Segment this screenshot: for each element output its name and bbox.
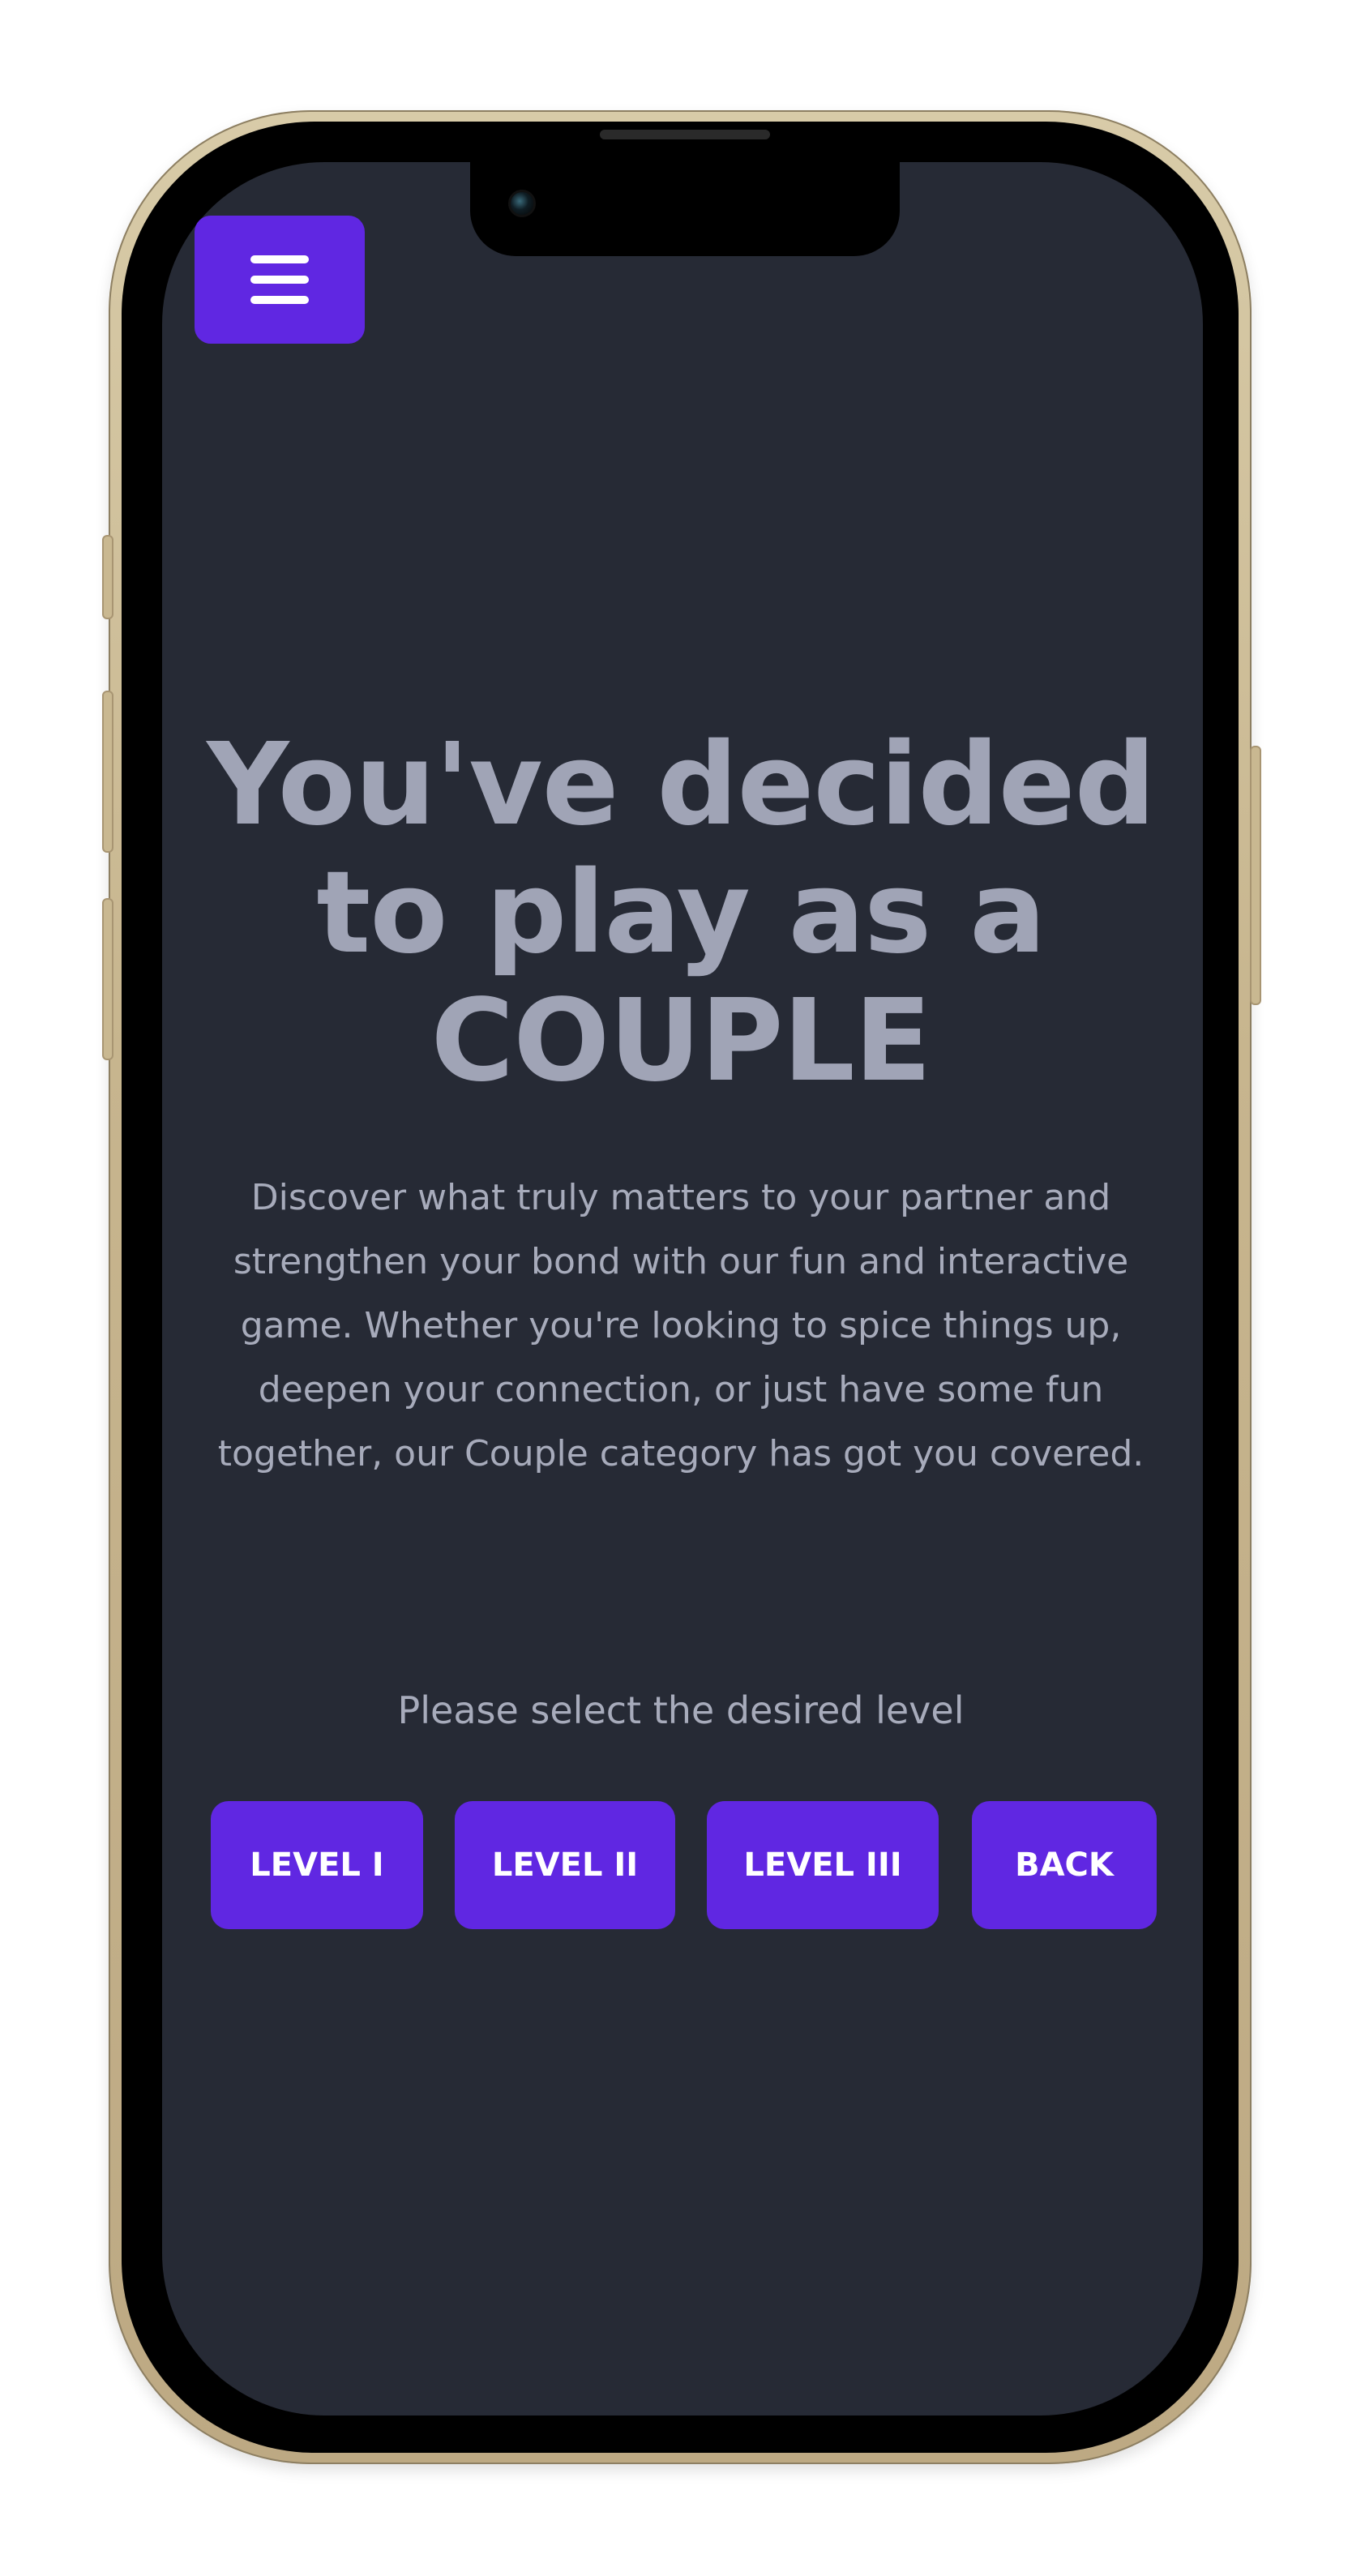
- level-1-button[interactable]: LEVEL I: [211, 1801, 423, 1929]
- front-camera-icon: [508, 190, 536, 217]
- level-3-button[interactable]: LEVEL III: [707, 1801, 939, 1929]
- silent-switch: [102, 535, 113, 619]
- volume-up-button: [102, 691, 113, 853]
- category-description: Discover what truly matters to your part…: [217, 1177, 1145, 1474]
- level-2-button[interactable]: LEVEL II: [455, 1801, 675, 1929]
- power-button: [1250, 746, 1261, 1005]
- title-line-2: to play as a: [316, 847, 1046, 979]
- level-prompt: Please select the desired level: [397, 1688, 965, 1732]
- title-line-3: COUPLE: [430, 975, 932, 1107]
- title-line-1: You've decided: [207, 719, 1156, 851]
- back-button[interactable]: BACK: [972, 1801, 1157, 1929]
- page-title: You've decided to play as a COUPLE: [195, 721, 1167, 1106]
- menu-button[interactable]: [195, 216, 365, 344]
- volume-down-button: [102, 898, 113, 1060]
- hamburger-icon: [250, 255, 309, 304]
- speaker-grille: [600, 130, 770, 139]
